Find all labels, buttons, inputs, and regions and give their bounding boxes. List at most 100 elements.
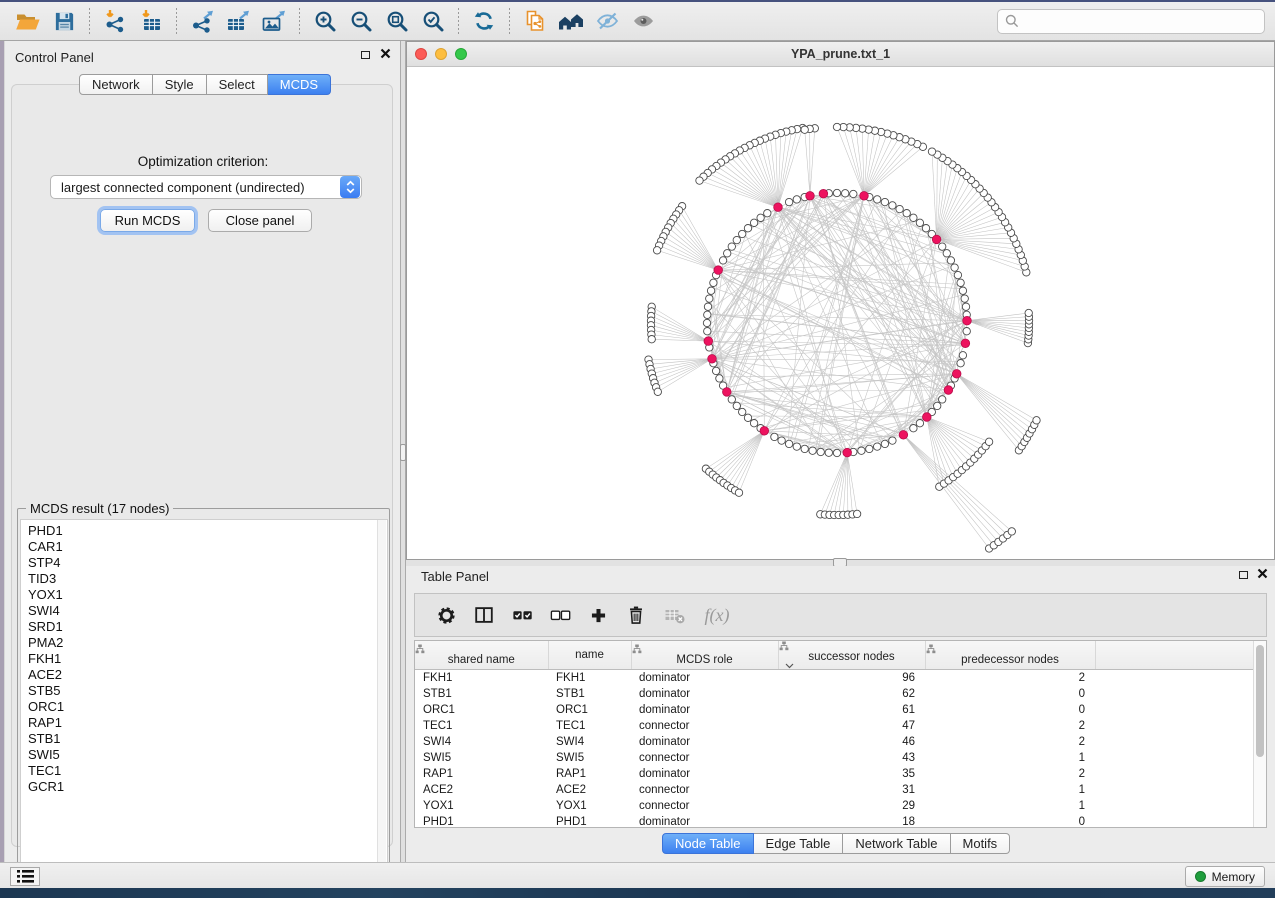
criterion-dropdown-value: largest connected component (undirected) [51, 180, 340, 195]
mcds-result-item[interactable]: STP4 [28, 555, 387, 571]
mcds-result-item[interactable]: TID3 [28, 571, 387, 587]
export-table-icon[interactable] [220, 5, 256, 37]
table-row[interactable]: STB1STB1dominator620 [415, 686, 1253, 702]
table-row[interactable]: RAP1RAP1dominator352 [415, 766, 1253, 782]
export-image-icon[interactable] [256, 5, 292, 37]
table-cell: 47 [778, 718, 925, 734]
table-row[interactable]: YOX1YOX1connector291 [415, 798, 1253, 814]
run-mcds-button[interactable]: Run MCDS [100, 209, 195, 232]
table-cell: SWI5 [415, 750, 548, 766]
mcds-result-item[interactable]: PMA2 [28, 635, 387, 651]
node-table-header-row: shared namenameMCDS rolesuccessor nodesp… [415, 641, 1253, 670]
save-session-icon[interactable] [46, 5, 82, 37]
float-panel-icon[interactable] [1239, 571, 1248, 579]
window-minimize-traffic-light[interactable] [435, 48, 447, 60]
table-cell-filler [1095, 766, 1253, 782]
column-header-shared-name[interactable]: shared name [415, 641, 548, 670]
mcds-result-item[interactable]: ACE2 [28, 667, 387, 683]
mcds-result-item[interactable]: PHD1 [28, 523, 387, 539]
open-file-icon[interactable] [10, 5, 46, 37]
close-panel-icon[interactable] [1257, 568, 1268, 579]
show-graphics-details-eye-icon[interactable] [625, 5, 661, 37]
network-overview-houses-icon[interactable] [553, 5, 589, 37]
table-row[interactable]: ORC1ORC1dominator610 [415, 702, 1253, 718]
close-panel-icon[interactable] [380, 48, 391, 59]
table-row[interactable]: SWI5SWI5connector431 [415, 750, 1253, 766]
table-cell: YOX1 [415, 798, 548, 814]
table-cell: 61 [778, 702, 925, 718]
mcds-result-item[interactable]: SWI4 [28, 603, 387, 619]
table-cell: dominator [631, 766, 778, 782]
window-close-traffic-light[interactable] [415, 48, 427, 60]
tab-motifs[interactable]: Motifs [951, 833, 1011, 854]
tab-edge-table[interactable]: Edge Table [754, 833, 844, 854]
mcds-result-item[interactable]: GCR1 [28, 779, 387, 795]
column-header-successor-nodes[interactable]: successor nodes [778, 641, 925, 670]
deselect-all-checkboxes-icon[interactable] [541, 597, 579, 633]
table-cell: SWI4 [548, 734, 631, 750]
task-history-button[interactable] [10, 867, 40, 886]
criterion-dropdown[interactable]: largest connected component (undirected) [50, 175, 362, 199]
duplicate-networks-icon[interactable] [517, 5, 553, 37]
table-scrollbar[interactable] [1253, 641, 1266, 827]
import-table-icon[interactable] [133, 5, 169, 37]
mcds-result-item[interactable]: ORC1 [28, 699, 387, 715]
table-cell: connector [631, 718, 778, 734]
delete-columns-trash-icon[interactable] [617, 597, 655, 633]
mcds-result-item[interactable]: TEC1 [28, 763, 387, 779]
zoom-in-icon[interactable] [307, 5, 343, 37]
table-cell: FKH1 [548, 670, 631, 687]
mcds-result-list[interactable]: PHD1CAR1STP4TID3YOX1SWI4SRD1PMA2FKH1ACE2… [20, 519, 388, 877]
zoom-out-icon[interactable] [343, 5, 379, 37]
table-cell: ORC1 [415, 702, 548, 718]
mcds-result-item[interactable]: SWI5 [28, 747, 387, 763]
settings-gear-icon[interactable] [427, 597, 465, 633]
table-cell-filler [1095, 750, 1253, 766]
table-cell: SWI5 [548, 750, 631, 766]
search-input[interactable] [1024, 14, 1257, 28]
mcds-result-item[interactable]: STB5 [28, 683, 387, 699]
mcds-result-item[interactable]: CAR1 [28, 539, 387, 555]
network-graph[interactable] [407, 67, 1274, 559]
column-header-name[interactable]: name [548, 641, 631, 670]
tab-network[interactable]: Network [79, 74, 153, 95]
table-cell: 29 [778, 798, 925, 814]
column-header-predecessor-nodes[interactable]: predecessor nodes [925, 641, 1095, 670]
close-panel-button[interactable]: Close panel [208, 209, 312, 232]
table-cell: TEC1 [415, 718, 548, 734]
mcds-result-item[interactable]: YOX1 [28, 587, 387, 603]
mcds-list-scrollbar[interactable] [377, 520, 386, 876]
tab-style[interactable]: Style [153, 74, 207, 95]
window-zoom-traffic-light[interactable] [455, 48, 467, 60]
memory-button[interactable]: Memory [1185, 866, 1265, 887]
table-row[interactable]: FKH1FKH1dominator962 [415, 670, 1253, 687]
table-row[interactable]: TEC1TEC1connector472 [415, 718, 1253, 734]
tab-node-table[interactable]: Node Table [662, 833, 754, 854]
zoom-selected-icon[interactable] [415, 5, 451, 37]
table-row[interactable]: ACE2ACE2connector311 [415, 782, 1253, 798]
table-row[interactable]: SWI4SWI4dominator462 [415, 734, 1253, 750]
toolbar-separator [176, 8, 177, 34]
refresh-view-icon[interactable] [466, 5, 502, 37]
tab-network-table[interactable]: Network Table [843, 833, 950, 854]
add-column-plus-icon[interactable] [579, 597, 617, 633]
mcds-result-item[interactable]: SRD1 [28, 619, 387, 635]
tab-select[interactable]: Select [207, 74, 268, 95]
zoom-fit-icon[interactable] [379, 5, 415, 37]
mcds-result-item[interactable]: STB1 [28, 731, 387, 747]
tab-mcds[interactable]: MCDS [268, 74, 331, 95]
mcds-result-item[interactable]: RAP1 [28, 715, 387, 731]
column-header-mcds-role[interactable]: MCDS role [631, 641, 778, 670]
hide-graphics-details-eye-slash-icon[interactable] [589, 5, 625, 37]
select-all-checkboxes-icon[interactable] [503, 597, 541, 633]
show-columns-icon[interactable] [465, 597, 503, 633]
export-network-icon[interactable] [184, 5, 220, 37]
mcds-result-item[interactable]: FKH1 [28, 651, 387, 667]
float-panel-icon[interactable] [361, 51, 370, 59]
table-scrollbar-thumb[interactable] [1256, 645, 1264, 757]
table-row[interactable]: PHD1PHD1dominator180 [415, 814, 1253, 828]
delete-table-icon[interactable] [655, 597, 693, 633]
search-box[interactable] [997, 9, 1265, 34]
function-builder-icon[interactable]: f(x) [693, 597, 741, 633]
import-network-icon[interactable] [97, 5, 133, 37]
